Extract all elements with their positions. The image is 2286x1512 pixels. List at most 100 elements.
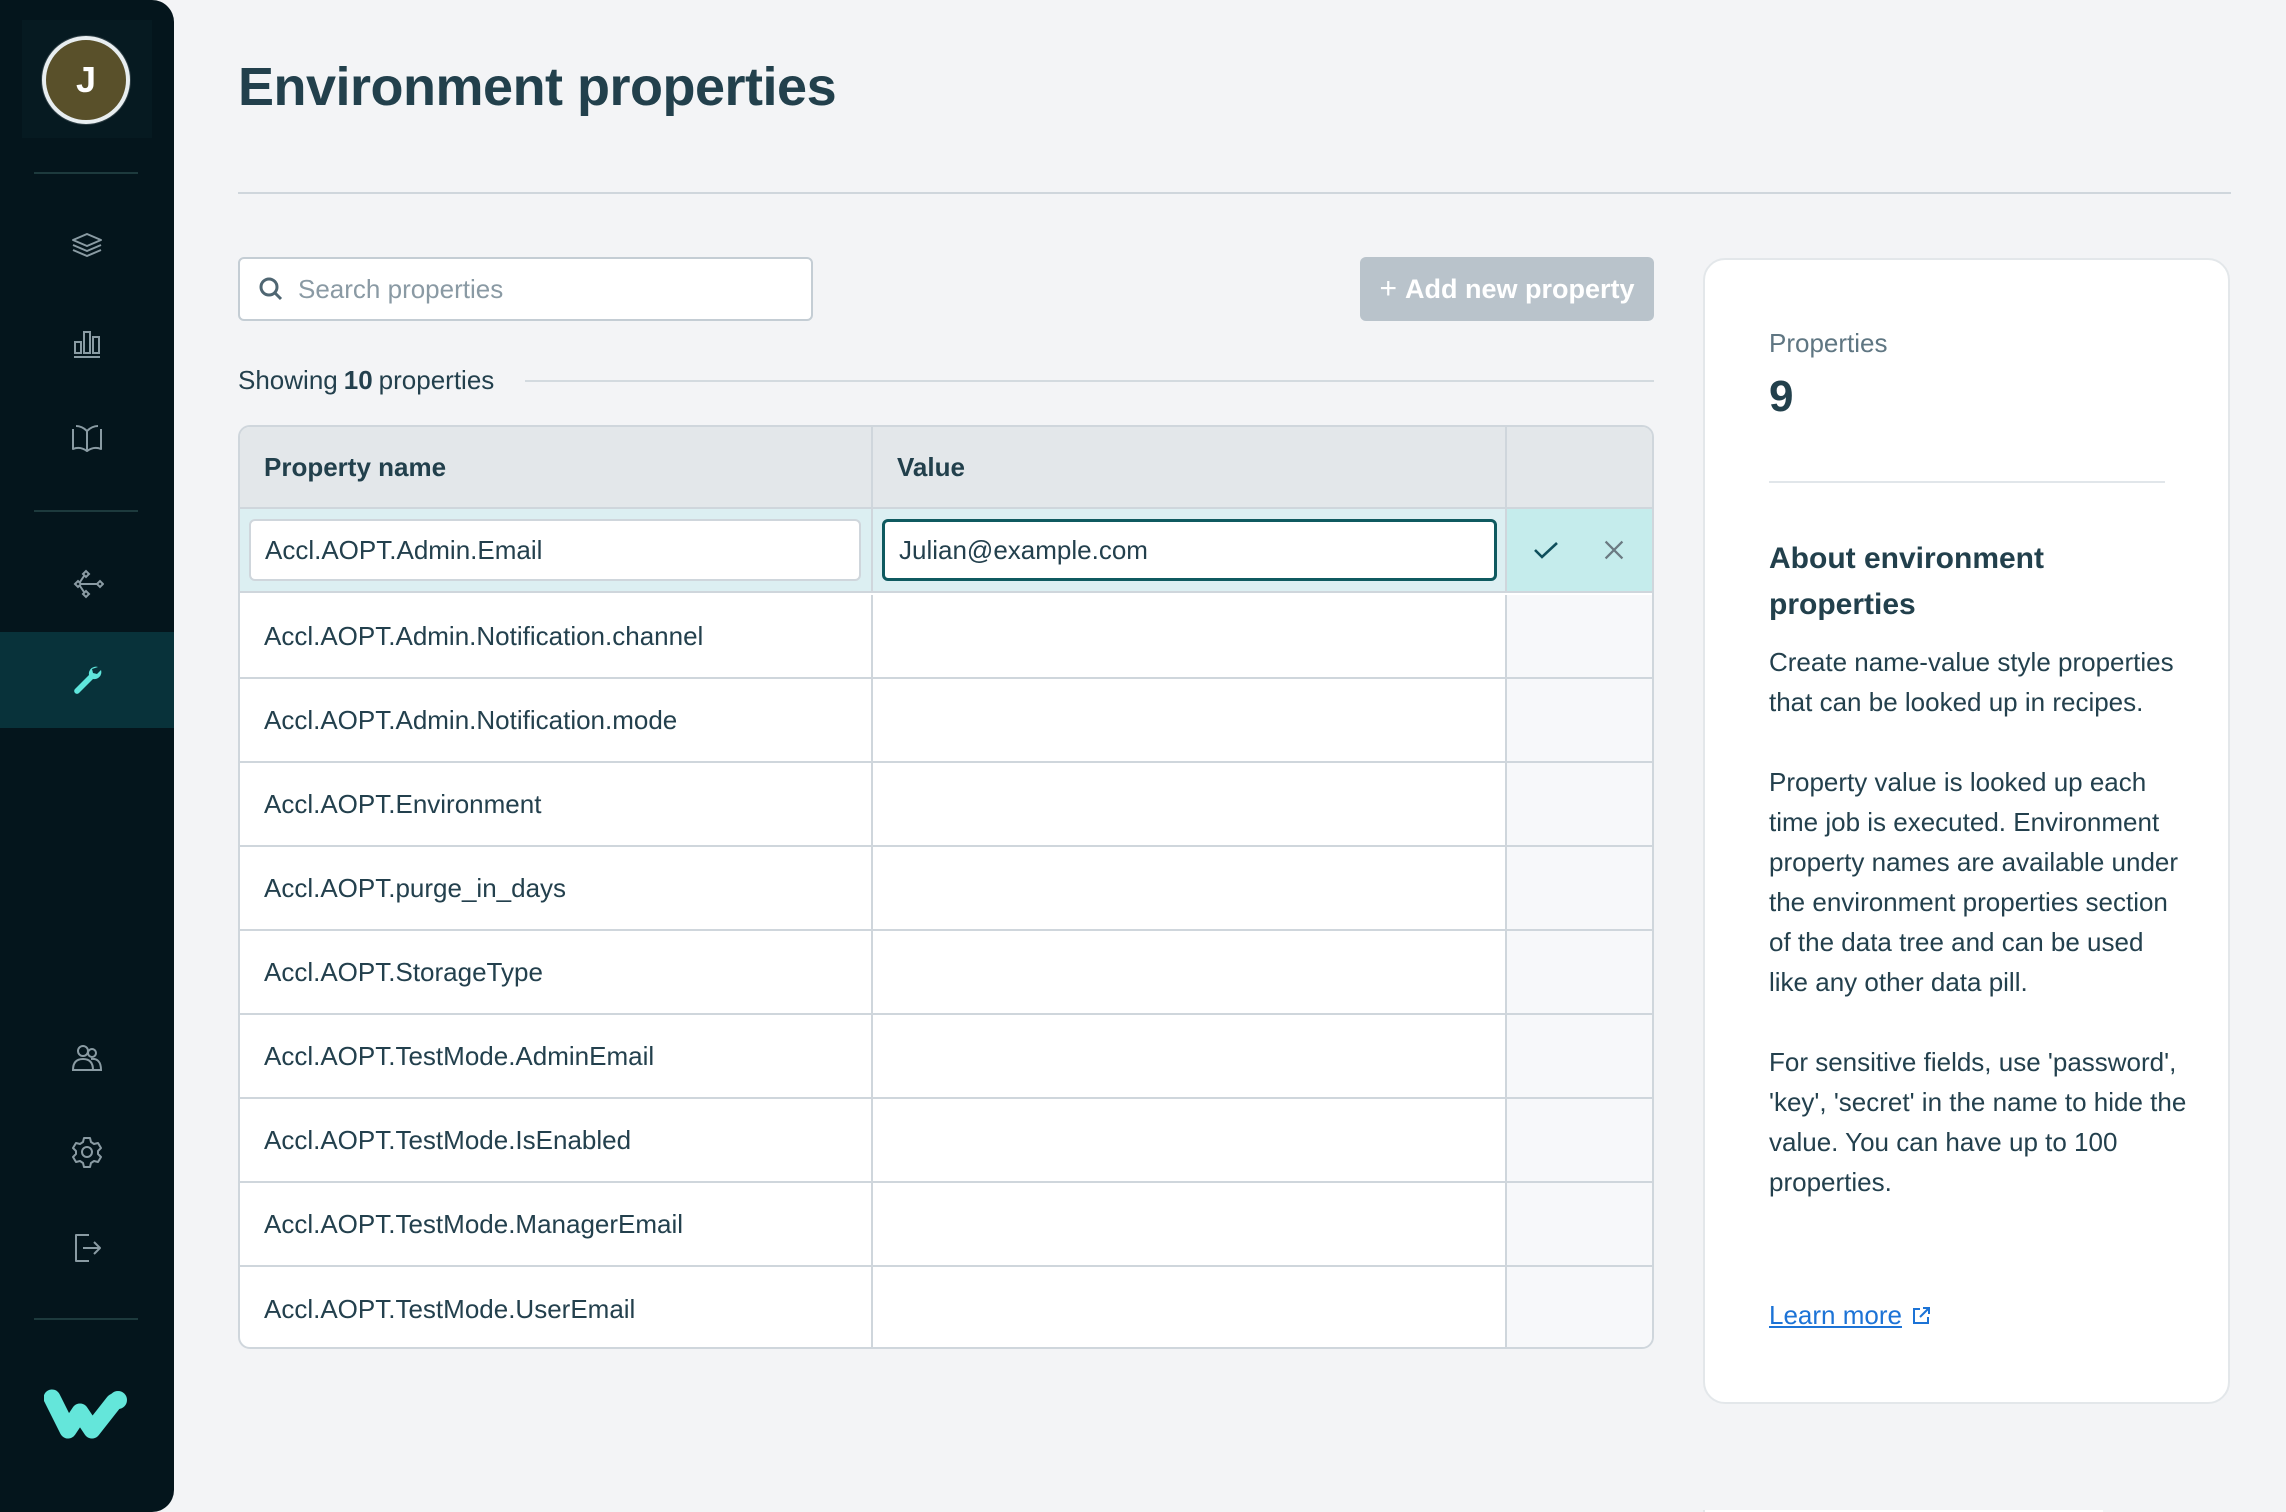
book-icon: [72, 425, 102, 452]
column-header-property-name: Property name: [240, 427, 873, 507]
property-name: Accl.AOPT.Admin.Notification.channel: [264, 620, 704, 651]
sidebar-item-api[interactable]: [0, 536, 174, 632]
search-input[interactable]: [298, 273, 798, 305]
gear-icon: [72, 1137, 102, 1168]
external-link-icon: [1912, 1306, 1930, 1324]
add-new-property-label: Add new property: [1405, 273, 1635, 304]
property-name-cell: Accl.AOPT.TestMode.IsEnabled: [240, 1099, 873, 1181]
row-actions-cell: [1507, 931, 1652, 1013]
learn-more-link[interactable]: Learn more: [1769, 1300, 1932, 1331]
property-name: Accl.AOPT.purge_in_days: [264, 872, 567, 903]
property-name: Accl.AOPT.Admin.Notification.mode: [264, 704, 678, 735]
property-name-cell: Accl.AOPT.TestMode.ManagerEmail: [240, 1183, 873, 1265]
learn-more-label: Learn more: [1769, 1300, 1902, 1330]
about-title: About environment properties: [1769, 542, 2044, 621]
table-row[interactable]: Accl.AOPT.TestMode.UserEmail: [240, 1267, 1652, 1347]
wrench-icon: [74, 666, 102, 694]
close-icon: [1604, 540, 1623, 560]
avatar[interactable]: J: [42, 36, 130, 124]
check-icon: [1533, 542, 1558, 559]
property-value-cell[interactable]: [873, 1183, 1507, 1265]
table-row[interactable]: Accl.AOPT.Admin.Notification.channel: [240, 595, 1652, 679]
share-nodes-icon: [73, 569, 104, 599]
sidebar: J: [0, 0, 174, 1512]
showing-prefix: Showing: [238, 365, 338, 395]
row-actions-cell: [1507, 1267, 1652, 1347]
table-row[interactable]: Accl.AOPT.Admin.Notification.mode: [240, 679, 1652, 763]
showing-divider: [525, 380, 1654, 382]
table-row[interactable]: Accl.AOPT.Environment: [240, 763, 1652, 847]
row-actions-cell: [1507, 847, 1652, 929]
row-actions-cell: [1507, 763, 1652, 845]
edit-value-cell: [873, 509, 1507, 591]
plus-icon: +: [1379, 272, 1397, 305]
cancel-button[interactable]: [1597, 533, 1631, 567]
property-value-cell[interactable]: [873, 931, 1507, 1013]
table-row[interactable]: Accl.AOPT.purge_in_days: [240, 847, 1652, 931]
sidebar-divider: [34, 1318, 138, 1320]
about-paragraph: Create name-value style properties that …: [1769, 647, 2174, 717]
property-name-cell: Accl.AOPT.purge_in_days: [240, 847, 873, 929]
showing-count: Showing 10 properties: [238, 365, 494, 396]
sidebar-item-dashboard[interactable]: [0, 294, 174, 390]
property-name-input[interactable]: [249, 519, 861, 581]
about-paragraph: Property value is looked up each time jo…: [1769, 767, 2179, 997]
info-card: Properties 9 About environment propertie…: [1703, 258, 2230, 1404]
table-row[interactable]: Accl.AOPT.TestMode.AdminEmail: [240, 1015, 1652, 1099]
sidebar-divider: [34, 510, 138, 512]
sidebar-item-projects[interactable]: [0, 198, 174, 294]
property-name: Accl.AOPT.Environment: [264, 788, 542, 819]
row-actions-cell: [1507, 1099, 1652, 1181]
properties-count-label: Properties: [1769, 328, 1888, 358]
users-icon: [71, 1045, 103, 1071]
row-actions-cell: [1507, 1015, 1652, 1097]
sidebar-item-logout[interactable]: [0, 1200, 174, 1296]
property-name-cell: Accl.AOPT.Admin.Notification.channel: [240, 595, 873, 677]
layers-icon: [72, 233, 102, 257]
property-value-cell[interactable]: [873, 595, 1507, 677]
table-row[interactable]: Accl.AOPT.TestMode.ManagerEmail: [240, 1183, 1652, 1267]
sidebar-item-members[interactable]: [0, 1010, 174, 1106]
property-name-cell: Accl.AOPT.StorageType: [240, 931, 873, 1013]
column-header-value: Value: [873, 427, 1507, 507]
property-value-cell[interactable]: [873, 763, 1507, 845]
avatar-initial: J: [75, 59, 97, 100]
property-value-input[interactable]: [882, 519, 1497, 581]
sidebar-item-tools[interactable]: [0, 632, 174, 728]
property-name-cell: Accl.AOPT.TestMode.UserEmail: [240, 1267, 873, 1347]
sidebar-item-settings[interactable]: [0, 1104, 174, 1200]
page-title: Environment properties: [238, 57, 837, 117]
property-name: Accl.AOPT.TestMode.IsEnabled: [264, 1124, 632, 1155]
title-divider: [238, 192, 2231, 194]
add-new-property-button[interactable]: + Add new property: [1360, 257, 1654, 321]
property-value-cell[interactable]: [873, 1267, 1507, 1347]
workato-logo[interactable]: [44, 1388, 130, 1440]
confirm-button[interactable]: [1529, 533, 1563, 567]
bar-chart-icon: [74, 331, 100, 358]
row-actions-cell: [1507, 595, 1652, 677]
property-value-cell[interactable]: [873, 1015, 1507, 1097]
table-row[interactable]: Accl.AOPT.TestMode.IsEnabled: [240, 1099, 1652, 1183]
property-name: Accl.AOPT.TestMode.AdminEmail: [264, 1040, 655, 1071]
properties-table: Property name Value Accl.AOPT.Admin.Noti…: [238, 425, 1654, 1349]
table-row[interactable]: Accl.AOPT.StorageType: [240, 931, 1652, 1015]
edit-name-cell: [240, 509, 873, 591]
showing-suffix: properties: [378, 365, 495, 395]
search-box[interactable]: [238, 257, 813, 321]
property-value-cell[interactable]: [873, 679, 1507, 761]
card-divider: [1769, 481, 2165, 483]
about-body: Create name-value style properties that …: [1769, 642, 2189, 1242]
showing-number: 10: [343, 365, 373, 395]
property-name: Accl.AOPT.TestMode.ManagerEmail: [264, 1208, 684, 1239]
search-icon: [259, 277, 283, 301]
row-actions-cell: [1507, 1183, 1652, 1265]
property-name: Accl.AOPT.StorageType: [264, 956, 543, 987]
row-actions-cell: [1507, 679, 1652, 761]
property-name: Accl.AOPT.TestMode.UserEmail: [264, 1293, 636, 1324]
property-name-cell: Accl.AOPT.Admin.Notification.mode: [240, 679, 873, 761]
sidebar-item-docs[interactable]: [0, 390, 174, 486]
property-value-cell[interactable]: [873, 1099, 1507, 1181]
property-value-cell[interactable]: [873, 847, 1507, 929]
properties-count-value: 9: [1769, 372, 1794, 421]
avatar-container: J: [22, 20, 152, 138]
